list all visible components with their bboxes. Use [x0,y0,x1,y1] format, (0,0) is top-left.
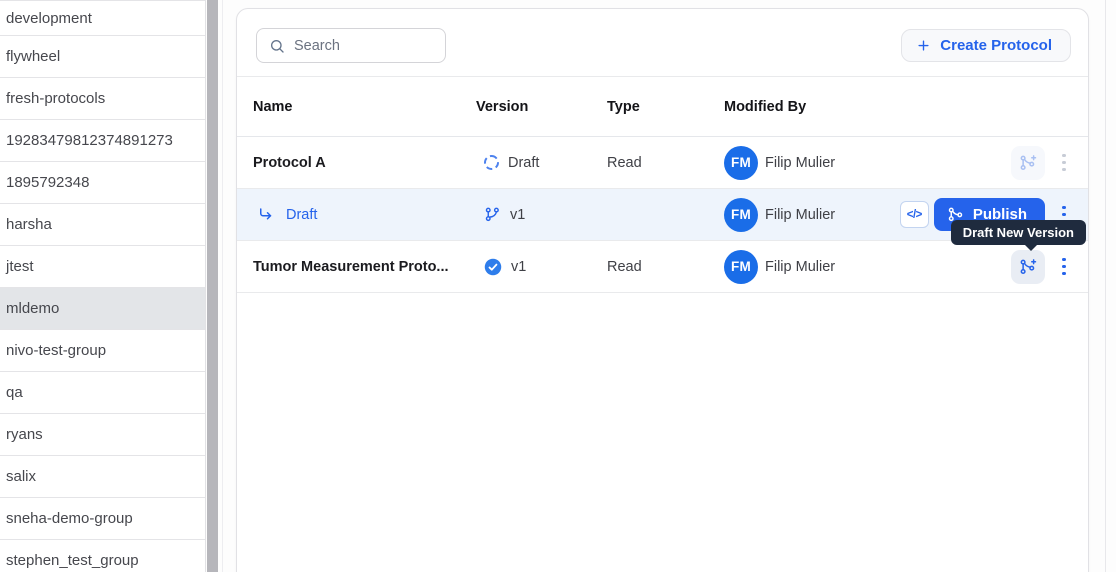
sidebar-item-fresh-protocols[interactable]: fresh-protocols [0,78,205,120]
sidebar-item-mldemo[interactable]: mldemo [0,288,205,330]
sidebar-item-flywheel[interactable]: flywheel [0,36,205,78]
draft-new-version-button[interactable] [1011,145,1045,180]
git-branch-icon [484,206,501,223]
sidebar-item-qa[interactable]: qa [0,372,205,414]
table-row-tumor-measurement[interactable]: Tumor Measurement Proto... v1 Read FM Fi… [237,241,1088,293]
code-view-button[interactable]: </> [899,201,929,228]
version-cell: v1 [476,189,600,240]
type-cell: Read [607,258,642,275]
sidebar-scrollbar[interactable] [207,0,218,572]
column-header-version: Version [476,98,529,115]
draft-new-version-button[interactable] [1011,249,1045,284]
draft-new-version-tooltip: Draft New Version [950,220,1086,251]
code-icon: </> [906,208,923,221]
type-cell: Read [607,154,642,171]
git-branch-plus-icon [1020,154,1037,170]
modified-by-cell: FM Filip Mulier [724,189,835,240]
search-box[interactable] [256,28,446,63]
version-cell: Draft [476,137,600,188]
sidebar-item-jtest[interactable]: jtest [0,246,205,288]
row-actions [1011,241,1088,292]
modified-by-name: Filip Mulier [765,206,836,223]
modified-by-cell: FM Filip Mulier [724,241,835,292]
protocol-name: Protocol A [253,154,326,171]
version-label: Draft [508,154,540,171]
protocols-card: Create Protocol Name Version Type Modifi… [236,8,1089,572]
avatar: FM [724,145,758,180]
sidebar-item-salix[interactable]: salix [0,456,205,498]
table-row-protocol-a[interactable]: Protocol A Draft Read FM Filip Mulier [237,137,1088,189]
sidebar-item-nivo-test-group[interactable]: nivo-test-group [0,330,205,372]
sidebar-item-development[interactable]: development [0,0,205,36]
column-header-modified-by: Modified By [724,98,807,115]
row-menu-button[interactable] [1057,150,1071,176]
sidebar-item-19283479812374891273[interactable]: 19283479812374891273 [0,120,205,162]
panel-divider [222,0,223,572]
version-label: v1 [511,258,527,275]
draft-version-link[interactable]: Draft [286,207,317,223]
column-header-name: Name [253,98,293,115]
modified-by-cell: FM Filip Mulier [724,137,835,188]
child-indent-arrow-icon [257,206,275,224]
draft-version-name-cell: Draft [253,189,469,240]
column-header-type: Type [607,98,640,115]
toolbar: Create Protocol [237,9,1088,76]
sidebar-item-sneha-demo-group[interactable]: sneha-demo-group [0,498,205,540]
modified-by-name: Filip Mulier [765,154,836,171]
avatar: FM [724,249,758,284]
git-branch-plus-icon [1020,258,1037,274]
version-label: v1 [510,206,526,223]
table-header: Name Version Type Modified By [237,76,1088,137]
sidebar-item-1895792348[interactable]: 1895792348 [0,162,205,204]
protocol-name: Tumor Measurement Proto... [253,258,449,275]
search-icon [269,38,285,54]
plus-icon [916,38,931,53]
modified-by-name: Filip Mulier [765,258,836,275]
sidebar: development flywheel fresh-protocols 192… [0,0,206,572]
search-input[interactable] [294,37,435,54]
sidebar-item-ryans[interactable]: ryans [0,414,205,456]
create-protocol-button[interactable]: Create Protocol [901,29,1071,62]
draft-status-icon [484,155,499,170]
main-scrollbar-track [1105,0,1106,572]
published-check-icon [484,258,502,276]
row-menu-button[interactable] [1057,254,1071,280]
avatar: FM [724,197,758,232]
version-cell: v1 [476,241,600,292]
row-actions [1011,137,1088,188]
sidebar-item-stephen_test_group[interactable]: stephen_test_group [0,540,205,572]
protocols-screen: development flywheel fresh-protocols 192… [0,0,1116,572]
create-protocol-label: Create Protocol [940,37,1052,54]
sidebar-item-harsha[interactable]: harsha [0,204,205,246]
